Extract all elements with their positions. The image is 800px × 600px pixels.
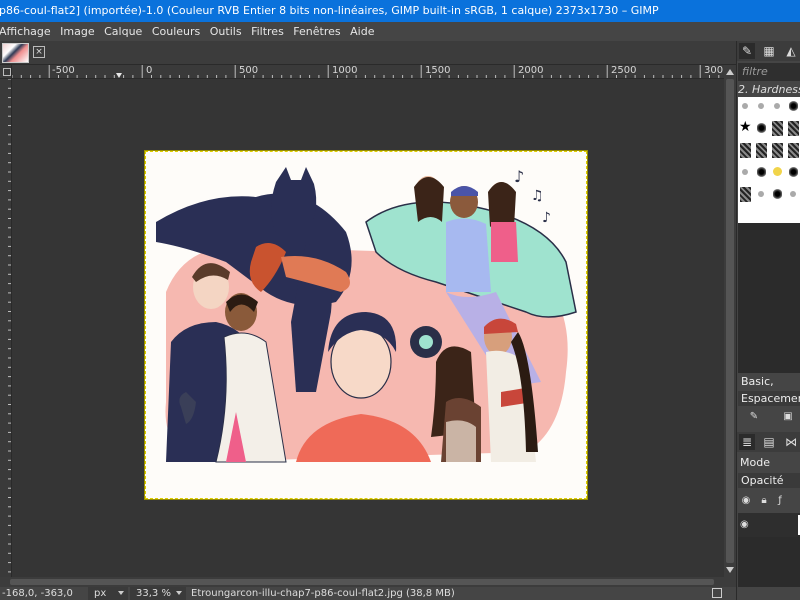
menu-calque[interactable]: Calque: [101, 22, 145, 41]
brush-set-label: Basic,: [741, 375, 774, 388]
title-bar: p86-coul-flat2] (importée)-1.0 (Couleur …: [0, 0, 800, 22]
menu-image[interactable]: Image: [57, 22, 97, 41]
dock-tabs-bottom: ≣ ▤ ⋈: [737, 432, 800, 452]
layer-mode-label[interactable]: Mode: [738, 455, 800, 471]
scroll-down-icon[interactable]: [726, 567, 734, 573]
quick-mask-toggle[interactable]: [0, 65, 12, 79]
dock-tabs-top: ✎ ▦ ◭: [737, 41, 800, 61]
zoom-selector[interactable]: 33,3 %: [130, 587, 186, 600]
brush-item[interactable]: [786, 185, 800, 206]
brush-item[interactable]: [786, 141, 800, 162]
brush-item[interactable]: [786, 119, 800, 140]
paintbrush-icon[interactable]: ✎: [739, 43, 755, 59]
brush-item[interactable]: [786, 97, 800, 118]
vertical-ruler-ticks: [8, 79, 11, 573]
illustration-image: ♪ ♫ ♪: [156, 167, 577, 463]
scroll-up-icon[interactable]: [726, 69, 734, 75]
pointer-position: -168,0, -363,0: [2, 588, 73, 599]
brush-item[interactable]: [738, 141, 753, 162]
svg-text:♪: ♪: [542, 210, 551, 226]
gradient-icon[interactable]: ◭: [783, 43, 799, 59]
vertical-scrollbar[interactable]: [724, 65, 736, 577]
file-info: Etroungarcon-illu-chap7-p86-coul-flat2.j…: [191, 588, 455, 599]
image-tab-strip: ×: [0, 41, 736, 65]
gimp-window: p86-coul-flat2] (importée)-1.0 (Couleur …: [0, 0, 800, 600]
unit-selector[interactable]: px: [88, 587, 128, 600]
paths-icon[interactable]: ⋈: [783, 434, 799, 450]
brush-item[interactable]: [754, 163, 769, 184]
horizontal-ruler[interactable]: -500 0 500 1000 1500 2000 2500 300: [12, 65, 724, 79]
window-title: p86-coul-flat2] (importée)-1.0 (Couleur …: [0, 4, 659, 17]
brush-item[interactable]: [738, 163, 753, 184]
image-canvas[interactable]: ♪ ♫ ♪: [144, 150, 588, 500]
brush-filter-input[interactable]: filtre: [738, 63, 800, 81]
eye-icon[interactable]: ◉: [740, 495, 752, 507]
brush-actions: ✎ ▣: [738, 409, 800, 427]
layers-icon[interactable]: ≣: [739, 434, 755, 450]
brush-item[interactable]: [770, 97, 785, 118]
brush-item[interactable]: [754, 141, 769, 162]
brush-item[interactable]: [738, 97, 753, 118]
brush-name: 2. Hardness 050 (51 × 51): [738, 83, 800, 96]
menu-couleurs[interactable]: Couleurs: [149, 22, 203, 41]
layer-list-empty: [738, 537, 800, 587]
right-dock: ✎ ▦ ◭ filtre 2. Hardness 050 (51 × 51): [736, 41, 800, 600]
vertical-ruler[interactable]: [0, 79, 12, 577]
brush-item[interactable]: [770, 163, 785, 184]
lock-controls: ◉ 🔒︎ ƒ: [738, 493, 800, 511]
close-icon[interactable]: ×: [33, 46, 45, 58]
brush-area-empty: [738, 223, 800, 373]
pointer-marker: [116, 73, 122, 78]
menu-bar: Affichage Image Calque Couleurs Outils F…: [0, 22, 800, 41]
spacing-slider[interactable]: Espacement: [738, 391, 800, 406]
menu-filtres[interactable]: Filtres: [248, 22, 287, 41]
brush-item[interactable]: [754, 185, 769, 206]
vertical-scroll-thumb[interactable]: [726, 79, 734, 563]
brush-item[interactable]: [770, 119, 785, 140]
status-bar: -168,0, -363,0 px 33,3 % Etroungarcon-il…: [0, 587, 736, 600]
edit-brush-icon[interactable]: ✎: [748, 411, 760, 423]
fx-icon[interactable]: ƒ: [774, 495, 786, 507]
brush-item[interactable]: [770, 185, 785, 206]
brush-item[interactable]: [770, 141, 785, 162]
svg-text:♫: ♫: [531, 188, 544, 204]
brush-item[interactable]: [754, 119, 769, 140]
brush-grid[interactable]: [738, 97, 800, 223]
canvas-area[interactable]: ♪ ♫ ♪: [12, 79, 724, 577]
horizontal-scrollbar[interactable]: [0, 577, 736, 587]
new-brush-icon[interactable]: ▣: [782, 411, 794, 423]
pattern-icon[interactable]: ▦: [761, 43, 777, 59]
menu-aide[interactable]: Aide: [347, 22, 377, 41]
brush-item[interactable]: [754, 97, 769, 118]
svg-text:♪: ♪: [514, 167, 524, 186]
image-tab-thumbnail[interactable]: [2, 43, 29, 63]
lock-icon[interactable]: 🔒︎: [758, 495, 770, 507]
layer-visibility-icon[interactable]: ◉: [740, 519, 749, 530]
navigate-icon[interactable]: [712, 588, 722, 598]
menu-outils[interactable]: Outils: [207, 22, 245, 41]
menu-fenetres[interactable]: Fenêtres: [290, 22, 343, 41]
layer-row[interactable]: ◉: [738, 513, 800, 537]
horizontal-scroll-thumb[interactable]: [10, 579, 714, 585]
menu-affichage[interactable]: Affichage: [0, 22, 54, 41]
channels-icon[interactable]: ▤: [761, 434, 777, 450]
brush-item[interactable]: [738, 185, 753, 206]
opacity-slider[interactable]: Opacité: [738, 473, 800, 488]
brush-item[interactable]: [786, 163, 800, 184]
brush-item[interactable]: [738, 119, 753, 140]
